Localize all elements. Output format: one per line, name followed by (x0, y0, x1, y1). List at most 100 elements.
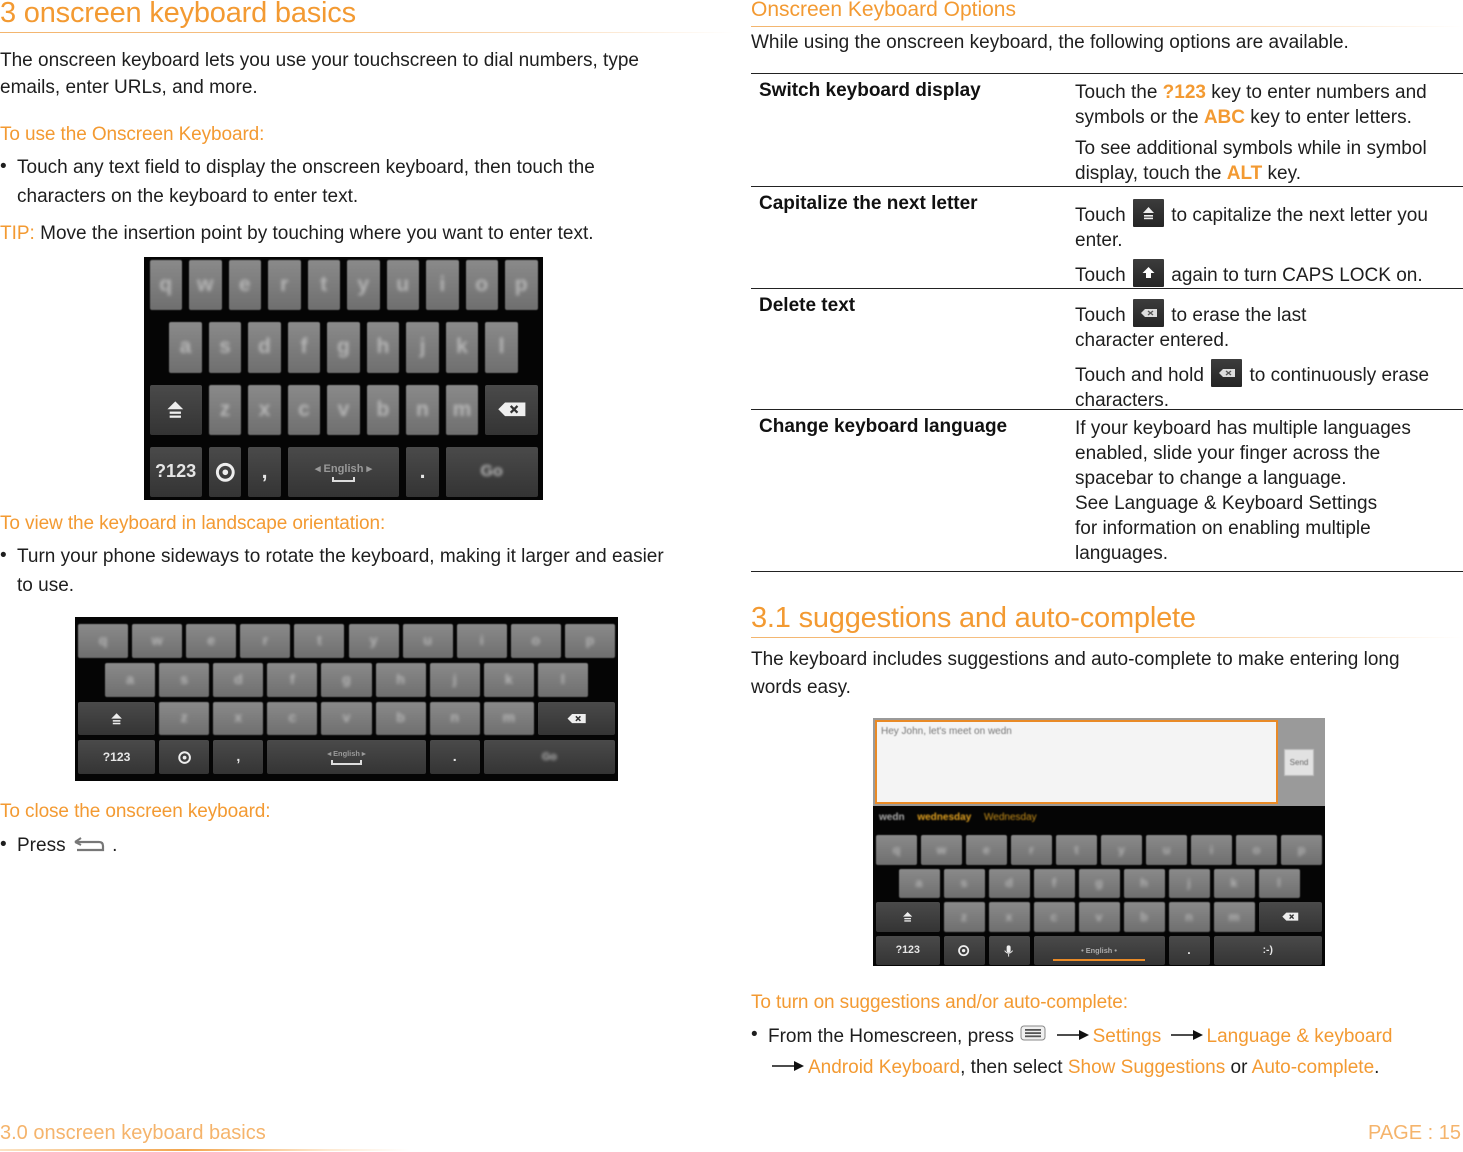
key-a-label: a (915, 876, 923, 891)
shift-icon (111, 713, 122, 725)
key-h: h (1123, 868, 1165, 898)
period-key-label: . (452, 749, 457, 766)
intro-line-1: The keyboard includes suggestions and au… (751, 649, 1400, 670)
key-c: c (1033, 902, 1075, 932)
mic-key (988, 935, 1030, 965)
key-h-label: h (376, 335, 390, 359)
key-h-label: h (396, 671, 405, 688)
key-m-label: m (452, 397, 472, 421)
key-w-label: w (197, 273, 214, 297)
key-o-label: o (475, 273, 489, 297)
key-s: s (943, 868, 985, 898)
bullet-dot: • (0, 834, 7, 855)
key-r: r (268, 260, 301, 311)
key-r: r (1011, 835, 1052, 865)
key-o-label: o (531, 632, 541, 649)
key-p-label: p (1297, 842, 1306, 857)
key-p: p (564, 624, 615, 658)
key-v: v (1078, 902, 1120, 932)
portrait-keyboard-image: q w e r t y u i o p a s d f g h j k l z x c v b n m ?123, ◂ English… (144, 257, 543, 500)
steps-text: . (1374, 1057, 1380, 1078)
suggestion-item: wedn (879, 812, 905, 823)
desc-text: to erase the last (1165, 305, 1307, 326)
shift-key (78, 701, 156, 736)
key-n-label: n (450, 710, 460, 727)
bullet-line: characters on the keyboard to enter text… (17, 186, 359, 207)
key-w-label: w (151, 632, 163, 649)
steps-text: , then select (960, 1057, 1068, 1078)
arrow-right-icon (770, 1052, 806, 1071)
close-keyboard-heading: To close the onscreen keyboard: (0, 801, 271, 822)
intro-line-2: emails, enter URLs, and more. (0, 77, 258, 98)
key-d-label: d (233, 671, 243, 688)
menu-key-icon (1019, 1023, 1047, 1043)
key-k: k (445, 322, 479, 373)
section-intro: The keyboard includes suggestions and au… (751, 646, 1463, 702)
key-name-abc: ABC (1203, 107, 1245, 128)
suggestion-item: Wednesday (984, 812, 1037, 823)
key-m-label: m (1228, 909, 1240, 924)
key-j: j (429, 662, 480, 697)
key-d: d (248, 322, 281, 373)
key-b: b (1123, 902, 1165, 932)
key-l-label: l (560, 671, 565, 688)
key-x-label: x (258, 397, 271, 421)
arrow-right-icon (1055, 1021, 1091, 1040)
key-p-label: p (585, 632, 595, 649)
desc-text: key. (1262, 163, 1301, 184)
key-w: w (189, 260, 222, 311)
space-key: ◂ English ▸ (267, 740, 426, 774)
key-c: c (267, 701, 318, 736)
key-l: l (1258, 868, 1300, 898)
options-heading: Onscreen Keyboard Options (751, 0, 1016, 21)
option-name: Change keyboard language (759, 416, 1008, 437)
comma-key-label: , (236, 749, 241, 766)
desc-text: Touch the (1075, 82, 1163, 103)
key-e-label: e (207, 632, 216, 649)
key-a: a (105, 662, 156, 697)
option-description: If your keyboard has multiple languages … (1075, 410, 1463, 574)
key-i-label: i (479, 632, 484, 649)
shift-key (149, 384, 202, 435)
smiley-key: :-) (1213, 935, 1322, 965)
key-v-label: v (1095, 909, 1103, 924)
desc-line: for information on enabling multiple (1075, 518, 1371, 539)
key-d-label: d (258, 335, 271, 359)
key-s-label: s (960, 876, 968, 891)
page-title: 3 onscreen keyboard basics (0, 0, 356, 29)
key-b: b (375, 701, 426, 736)
key-n-label: n (1185, 909, 1193, 924)
key-n: n (1168, 902, 1210, 932)
key-p-label: p (514, 273, 528, 297)
key-e-label: e (238, 273, 251, 297)
delete-key (1258, 902, 1322, 932)
key-v-label: v (337, 397, 350, 421)
landscape-heading: To view the keyboard in landscape orient… (0, 513, 386, 534)
desc-text: again to turn CAPS LOCK on. (1165, 265, 1423, 286)
key-c-label: c (288, 710, 297, 727)
comma-key: , (213, 740, 264, 774)
tip-line: TIP: Move the insertion point by touchin… (0, 220, 594, 248)
key-e-label: e (983, 842, 990, 857)
key-g-label: g (337, 335, 350, 359)
key-n-label: n (416, 397, 429, 421)
key-a: a (169, 322, 202, 373)
key-o: o (465, 260, 498, 311)
key-f: f (1033, 868, 1075, 898)
space-bar-glyph (330, 760, 363, 766)
key-a-label: a (179, 335, 192, 359)
key-name-123: ?123 (1162, 82, 1206, 103)
title-underline (0, 32, 735, 33)
option-row-switch-display: Switch keyboard display Touch the ?123 k… (751, 74, 1463, 187)
backspace-icon (1282, 912, 1299, 921)
key-q-label: q (892, 842, 901, 857)
key-y-label: y (369, 632, 378, 649)
symbols-key: ?123 (149, 446, 202, 497)
key-j: j (1168, 868, 1210, 898)
key-b-label: b (396, 710, 405, 727)
key-j-label: j (419, 335, 426, 359)
key-a: a (898, 868, 940, 898)
key-m: m (483, 701, 534, 736)
comma-key-label: , (261, 459, 268, 483)
shift-key (876, 902, 940, 932)
